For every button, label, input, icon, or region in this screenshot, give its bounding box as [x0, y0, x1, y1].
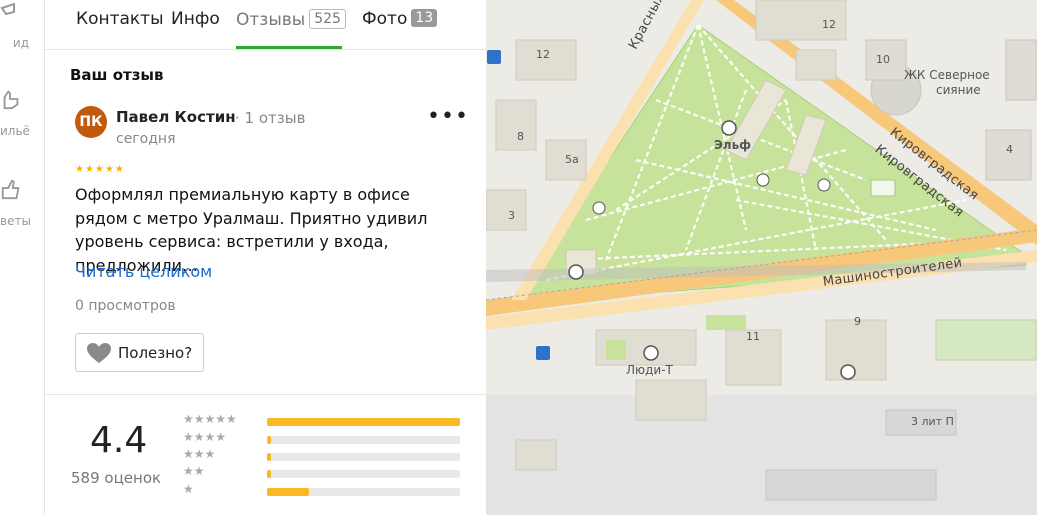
- panorama-icon[interactable]: [0, 2, 22, 24]
- review-stars: ★★★★★: [75, 164, 125, 175]
- distribution-bar-fill: [267, 418, 460, 426]
- distribution-stars: ★★★★: [183, 430, 227, 444]
- house-number: 3: [508, 209, 515, 222]
- house-number: 12: [536, 48, 550, 61]
- house-number: 8: [517, 130, 524, 143]
- author-review-count: · 1 отзыв: [235, 109, 306, 127]
- author-name[interactable]: Павел Костин: [116, 108, 236, 126]
- tab-count-badge: 525: [309, 9, 346, 29]
- tab-photos[interactable]: Фото 13: [362, 9, 438, 50]
- house-number: 11: [746, 330, 760, 343]
- tab-info[interactable]: Инфо: [171, 9, 220, 50]
- rail-item-label: ильё: [0, 124, 30, 138]
- distribution-bar-fill: [267, 453, 271, 461]
- more-options-button[interactable]: •••: [427, 106, 468, 136]
- heart-icon: [87, 342, 111, 363]
- distribution-stars: ★★★: [183, 447, 216, 461]
- thumbs-up-icon[interactable]: [0, 178, 22, 200]
- distribution-bar-fill: [267, 470, 271, 478]
- useful-label: Полезно?: [118, 343, 193, 362]
- rail-item-label: веты: [0, 214, 31, 228]
- house-number: 12: [822, 18, 836, 31]
- house-number: 10: [876, 53, 890, 66]
- house-number: 5а: [565, 153, 579, 166]
- distribution-bar: [267, 488, 460, 496]
- place-label: 3 лит П: [911, 415, 954, 428]
- place-label[interactable]: Эльф: [714, 138, 751, 152]
- rating-count: 589 оценок: [71, 469, 162, 487]
- rail-item-label: ид: [12, 36, 29, 50]
- useful-button[interactable]: Полезно?: [75, 333, 204, 372]
- distribution-bar: [267, 418, 460, 426]
- map[interactable]: Красных Борцов Кировградская Кировградск…: [486, 0, 1037, 515]
- rail-item-panorama[interactable]: ид: [0, 36, 45, 50]
- place-label[interactable]: ЖК Северное: [904, 68, 990, 82]
- distribution-bar: [267, 470, 460, 478]
- tab-label: Отзывы: [236, 10, 306, 30]
- house-number: 4: [1006, 143, 1013, 156]
- review-date: сегодня: [116, 131, 176, 147]
- read-more-link[interactable]: Читать целиком: [75, 262, 212, 281]
- place-label[interactable]: сияние: [936, 83, 981, 97]
- distribution-bar-fill: [267, 488, 310, 496]
- tab-reviews[interactable]: Отзывы 525: [236, 9, 346, 50]
- views-count: 0 просмотров: [75, 298, 176, 314]
- tab-count-badge: 13: [411, 9, 438, 27]
- distribution-bar-fill: [267, 436, 271, 444]
- distribution-bar: [267, 453, 460, 461]
- divider: [45, 394, 486, 395]
- tab-label: Инфо: [171, 9, 220, 29]
- tab-contacts[interactable]: Контакты: [76, 9, 164, 50]
- section-title: Ваш отзыв: [70, 66, 164, 84]
- tab-label: Контакты: [76, 9, 164, 29]
- tab-label: Фото: [362, 9, 408, 29]
- distribution-bar: [267, 436, 460, 444]
- reviews-panel: Контакты Инфо Отзывы 525 Фото 13 Ваш отзыв…: [45, 0, 486, 515]
- distribution-stars: ★★: [183, 464, 205, 478]
- rail-item-tips[interactable]: веты: [0, 214, 45, 228]
- house-number: 9: [854, 315, 861, 328]
- avatar[interactable]: ПК: [75, 106, 107, 138]
- tab-bar: Контакты Инфо Отзывы 525 Фото 13: [45, 0, 486, 50]
- left-rail: ид ильё веты: [0, 0, 45, 515]
- rail-item-housing[interactable]: ильё: [0, 124, 45, 138]
- distribution-stars: ★★★★★: [183, 412, 237, 426]
- hand-icon[interactable]: [0, 88, 22, 110]
- place-label[interactable]: Люди-Т: [626, 363, 673, 377]
- average-rating: 4.4: [90, 420, 148, 461]
- distribution-stars: ★: [183, 482, 194, 496]
- active-tab-indicator: [236, 46, 342, 49]
